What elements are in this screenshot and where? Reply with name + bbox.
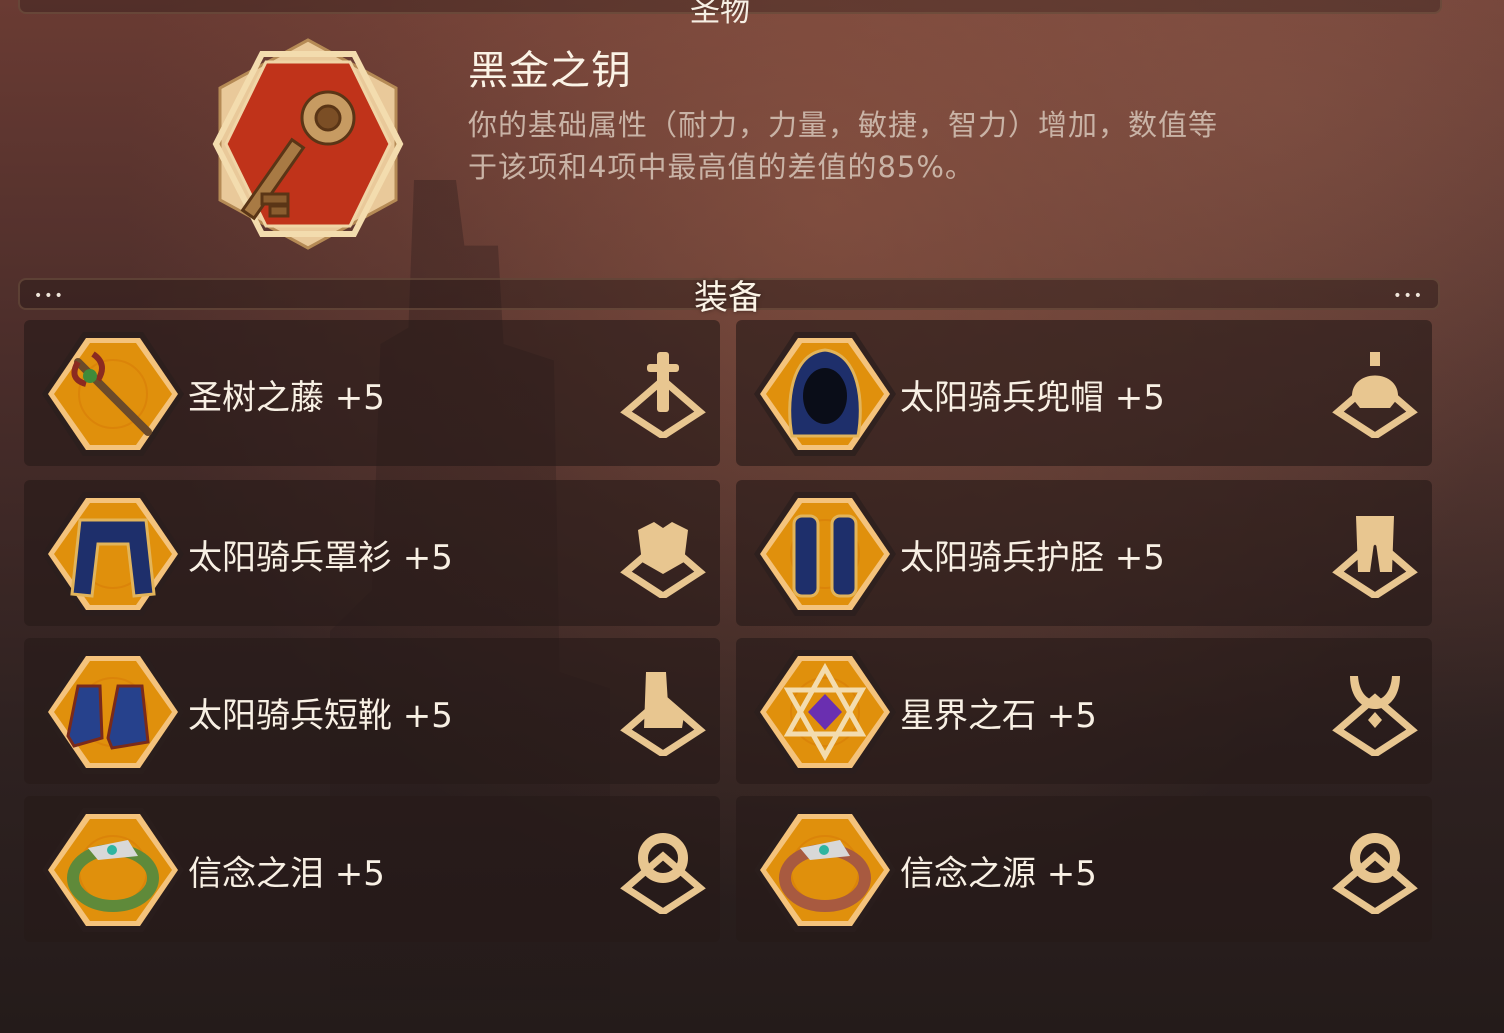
black-gold-key-icon: [212, 38, 404, 250]
relic-description-line2: 于该项和4项中最高值的差值的85%。: [468, 150, 975, 184]
copper-ring-icon: [753, 807, 897, 933]
equipment-name: 圣树之藤 +5: [188, 378, 385, 418]
hood-icon: [753, 331, 897, 457]
legs-slot-icon: [1332, 516, 1418, 598]
relic-name: 黑金之钥: [468, 48, 632, 94]
equipment-name: 太阳骑兵罩衫 +5: [188, 538, 453, 578]
astral-stone-icon: [753, 649, 897, 775]
equipment-name: 太阳骑兵短靴 +5: [188, 696, 453, 736]
robe-icon: [41, 491, 185, 617]
green-ring-icon: [41, 807, 185, 933]
equipment-card-amulet[interactable]: 星界之石 +5: [736, 638, 1432, 784]
equipment-name: 太阳骑兵兜帽 +5: [900, 378, 1165, 418]
boots-slot-icon: [620, 672, 706, 756]
equipment-section-title: 装备: [694, 278, 762, 318]
greaves-icon: [753, 491, 897, 617]
equipment-card-legs[interactable]: 太阳骑兵护胫 +5: [736, 480, 1432, 626]
chest-slot-icon: [620, 522, 706, 598]
equipment-card-chest[interactable]: 太阳骑兵罩衫 +5: [24, 480, 720, 626]
header-dots-right: •••: [1393, 288, 1424, 304]
amulet-slot-icon: [1332, 676, 1418, 756]
equipment-card-boots[interactable]: 太阳骑兵短靴 +5: [24, 638, 720, 784]
ring-slot-icon: [620, 833, 706, 914]
equipment-name: 信念之泪 +5: [188, 854, 385, 894]
equipment-card-helmet[interactable]: 太阳骑兵兜帽 +5: [736, 320, 1432, 466]
equipment-card-weapon[interactable]: 圣树之藤 +5: [24, 320, 720, 466]
helmet-slot-icon: [1332, 352, 1418, 438]
header-dots-left: •••: [34, 288, 65, 304]
equipment-name: 太阳骑兵护胫 +5: [900, 538, 1165, 578]
equipment-card-ring-2[interactable]: 信念之源 +5: [736, 796, 1432, 942]
equipment-name: 星界之石 +5: [900, 696, 1097, 736]
relic-section-title: 圣物: [690, 0, 750, 29]
weapon-slot-icon: [620, 352, 706, 438]
ring-slot-icon: [1332, 833, 1418, 914]
equipment-name: 信念之源 +5: [900, 854, 1097, 894]
relic-description: 你的基础属性（耐力，力量，敏捷，智力）增加，数值等 于该项和4项中最高值的差值的…: [468, 104, 1308, 188]
vine-staff-icon: [41, 331, 185, 457]
equipment-card-ring-1[interactable]: 信念之泪 +5: [24, 796, 720, 942]
boots-icon: [41, 649, 185, 775]
relic-description-line1: 你的基础属性（耐力，力量，敏捷，智力）增加，数值等: [468, 108, 1219, 142]
